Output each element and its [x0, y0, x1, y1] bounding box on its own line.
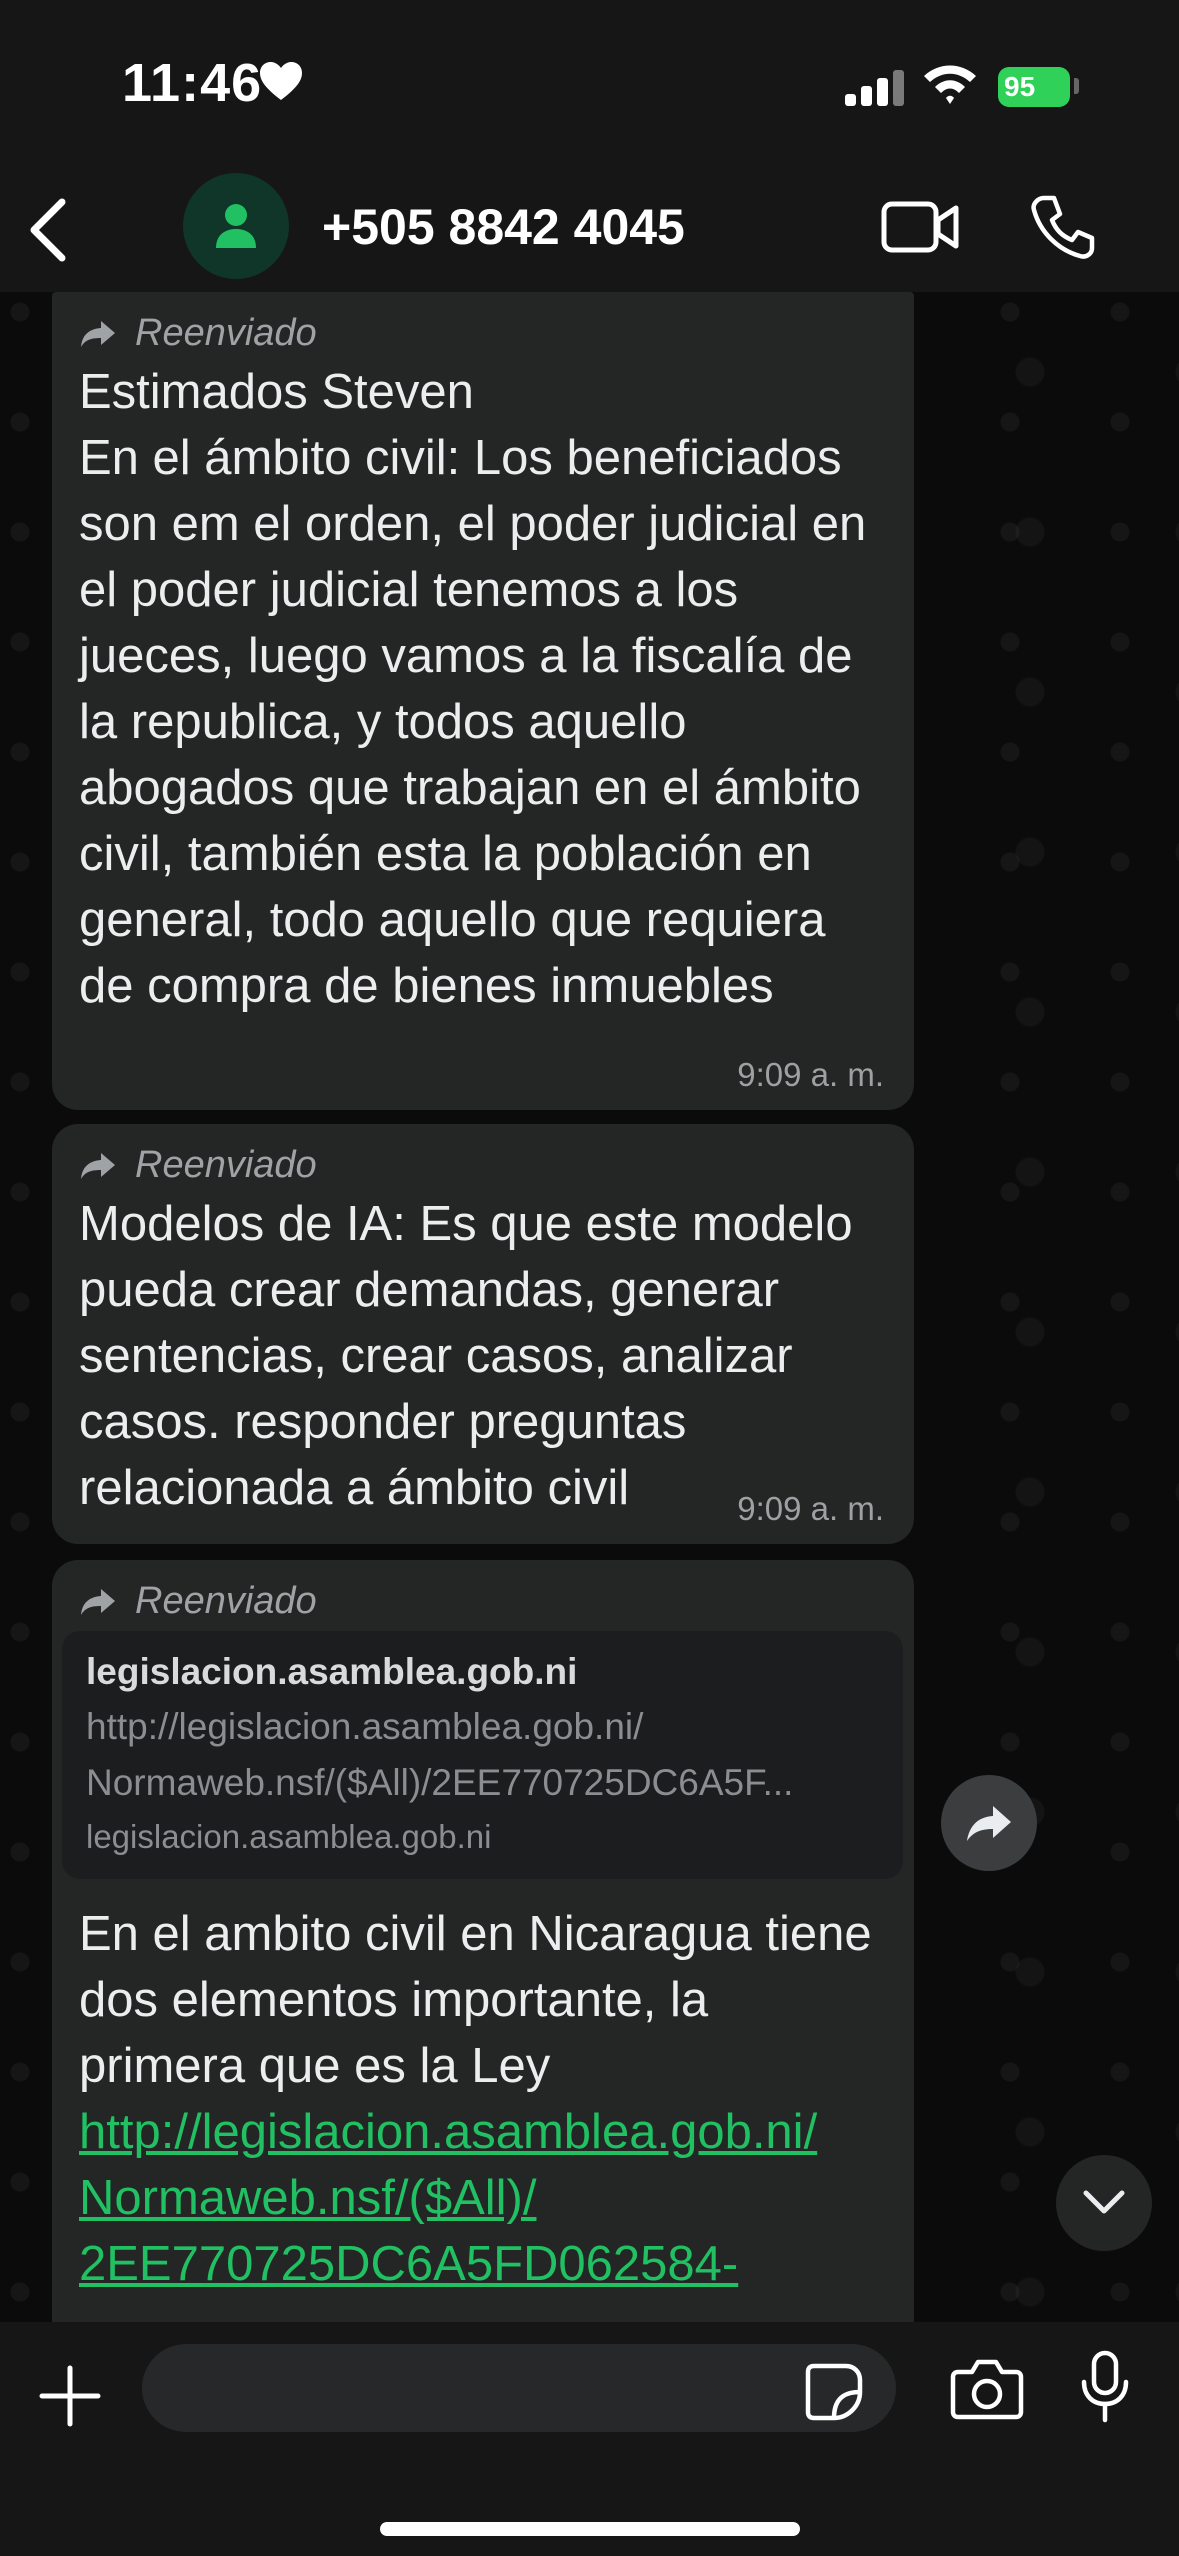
message-bubble[interactable]: Reenviado Estimados Steven En el ámbito …: [52, 292, 914, 1110]
forward-arrow-icon: [81, 1152, 115, 1179]
plus-icon[interactable]: [38, 2364, 102, 2428]
status-time: 11:46: [122, 53, 263, 113]
message-input[interactable]: [142, 2344, 896, 2432]
forwarded-label: Reenviado: [79, 1580, 886, 1623]
status-bar: 11:46 95: [0, 0, 1179, 170]
microphone-icon[interactable]: [1080, 2350, 1130, 2424]
signal-icon: [845, 70, 904, 106]
link-preview-domain: legislacion.asamblea.gob.ni: [86, 1818, 492, 1855]
forwarded-label: Reenviado: [79, 312, 886, 355]
chat-area[interactable]: Reenviado Estimados Steven En el ámbito …: [0, 292, 1179, 2322]
home-indicator: [380, 2522, 800, 2536]
share-arrow-icon: [967, 1806, 1011, 1841]
message-text: Modelos de IA: Es que este modelo pueda …: [79, 1197, 853, 1515]
message-time: 9:09 a. m.: [737, 1490, 884, 1527]
camera-icon[interactable]: [950, 2358, 1024, 2420]
scroll-to-bottom-button[interactable]: [1056, 2155, 1152, 2251]
link-preview[interactable]: legislacion.asamblea.gob.ni http://legis…: [62, 1631, 903, 1879]
battery-level: 95: [1004, 71, 1036, 102]
message-text: En el ambito civil en Nicaragua tiene do…: [79, 1907, 872, 2093]
phone-call-icon[interactable]: [1030, 194, 1096, 260]
message-time: 9:09 a. m.: [737, 1056, 884, 1093]
battery-indicator: 95: [998, 67, 1070, 107]
message-bubble[interactable]: Reenviado legislacion.asamblea.gob.ni ht…: [52, 1560, 914, 2322]
forward-message-button[interactable]: [941, 1775, 1037, 1871]
input-bar: [0, 2322, 1179, 2556]
contact-name[interactable]: +505 8842 4045: [322, 198, 685, 256]
heart-icon: [260, 62, 302, 100]
message-text: Estimados Steven En el ámbito civil: Los…: [79, 365, 867, 1013]
chat-header: +505 8842 4045: [0, 170, 1179, 292]
wifi-icon: [924, 65, 976, 104]
message-bubble[interactable]: Reenviado Modelos de IA: Es que este mod…: [52, 1124, 914, 1544]
link-preview-title: legislacion.asamblea.gob.ni: [86, 1651, 578, 1692]
chevron-down-icon: [1083, 2190, 1125, 2214]
forward-arrow-icon: [81, 1588, 115, 1615]
forward-arrow-icon: [81, 320, 115, 347]
message-link[interactable]: http://legislacion.asamblea.gob.ni/ Norm…: [79, 2099, 886, 2297]
avatar[interactable]: [183, 173, 289, 279]
forwarded-label: Reenviado: [79, 1144, 886, 1187]
battery-tip: [1074, 78, 1079, 94]
video-call-icon[interactable]: [880, 198, 960, 256]
back-arrow-icon[interactable]: [22, 194, 72, 266]
person-icon: [216, 204, 256, 248]
link-preview-url: http://legislacion.asamblea.gob.ni/ Norm…: [86, 1706, 794, 1803]
sticker-icon[interactable]: [804, 2362, 864, 2422]
